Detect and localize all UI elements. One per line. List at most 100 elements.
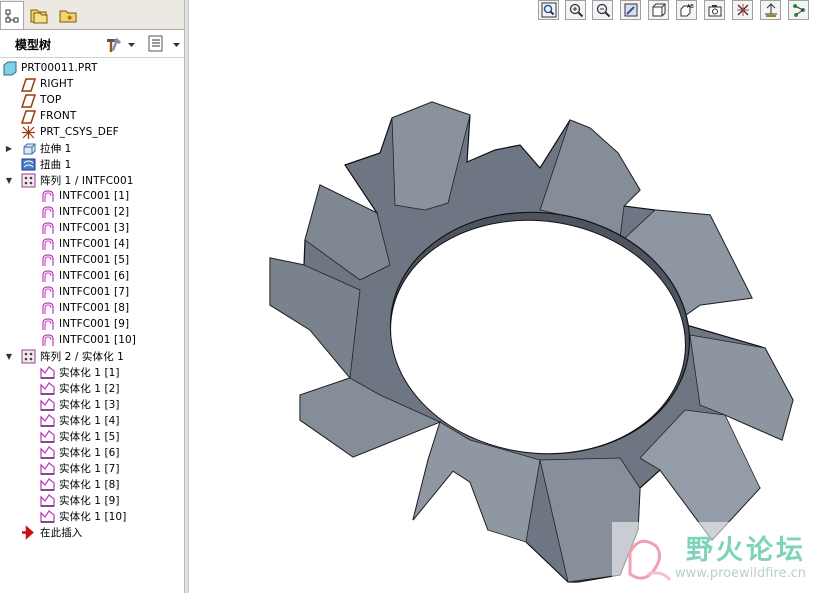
solidify-icon (40, 477, 55, 491)
tree-item-instance[interactable]: INTFC001 [10] (40, 332, 136, 348)
tree-item-instance[interactable]: 实体化 1 [7] (40, 460, 120, 476)
tree-item-warp[interactable]: 扭曲 1 (21, 156, 71, 172)
refit-button[interactable] (538, 0, 559, 20)
tree-item-instance[interactable]: 实体化 1 [1] (40, 364, 120, 380)
tree-item-label: INTFC001 [3] (59, 222, 130, 234)
tree-item-csys[interactable]: PRT_CSYS_DEF (21, 124, 119, 140)
view-orient-button[interactable] (648, 0, 669, 20)
tree-item-root[interactable]: PRT00011.PRT (2, 60, 98, 76)
tree-item-datum-top[interactable]: TOP (21, 92, 61, 108)
solidify-icon (40, 493, 55, 507)
tree-item-label: 阵列 2 / 实体化 1 (40, 350, 124, 363)
settings-tools-button[interactable] (104, 34, 124, 54)
solidify-icon (40, 509, 55, 523)
solidify-icon (40, 429, 55, 443)
tree-item-label: INTFC001 [10] (59, 334, 136, 346)
tree-item-extrude[interactable]: 拉伸 1 (21, 140, 71, 156)
tree-item-label: TOP (40, 94, 62, 106)
interface-icon (42, 285, 54, 298)
annotation-icon (792, 4, 805, 17)
datum-display-button[interactable] (760, 0, 781, 20)
repaint-button[interactable] (620, 0, 641, 20)
tree-item-instance[interactable]: INTFC001 [8] (40, 300, 129, 316)
view-toolbar: AB (532, 0, 827, 21)
folders-icon (30, 9, 48, 24)
zoom-in-icon (569, 3, 583, 18)
watermark-url: www.proewildfire.cn (675, 566, 806, 581)
interface-icon (42, 253, 54, 266)
tree-item-instance[interactable]: 实体化 1 [10] (40, 508, 126, 524)
tree-item-instance[interactable]: INTFC001 [3] (40, 220, 129, 236)
saved-views-button[interactable]: AB (676, 0, 697, 20)
tree-item-label: INTFC001 [5] (59, 254, 130, 266)
tree-item-instance[interactable]: INTFC001 [4] (40, 236, 129, 252)
tree-item-instance[interactable]: INTFC001 [2] (40, 204, 129, 220)
tree-item-instance[interactable]: INTFC001 [1] (40, 188, 129, 204)
layers-icon (708, 5, 721, 17)
interface-icon (42, 301, 54, 314)
tab-folder-browser[interactable] (27, 2, 51, 28)
lock-washer-model[interactable] (189, 21, 827, 593)
tree-item-insert-here[interactable]: 在此插入 (21, 524, 82, 540)
tree-item-label: 实体化 1 [9] (59, 494, 120, 507)
tree-item-instance[interactable]: INTFC001 [9] (40, 316, 129, 332)
tree-item-instance[interactable]: 实体化 1 [9] (40, 492, 120, 508)
tree-item-instance[interactable]: 实体化 1 [2] (40, 380, 120, 396)
chevron-down-icon[interactable] (173, 39, 181, 52)
datum-plane-icon (21, 109, 36, 124)
tree-item-instance[interactable]: 实体化 1 [6] (40, 444, 120, 460)
tree-item-label: INTFC001 [8] (59, 302, 130, 314)
tree-item-label: 实体化 1 [5] (59, 430, 120, 443)
interface-icon (42, 237, 54, 250)
tree-item-label: 实体化 1 [1] (59, 366, 120, 379)
tree-item-datum-right[interactable]: RIGHT (21, 76, 73, 92)
collapse-arrow-icon[interactable]: ▼ (4, 351, 14, 361)
zoom-in-button[interactable] (565, 0, 586, 20)
interface-icon (42, 317, 54, 330)
solidify-icon (40, 445, 55, 459)
datum-plane-icon (21, 93, 36, 108)
interface-icon (42, 269, 54, 282)
tree-item-instance[interactable]: 实体化 1 [4] (40, 412, 120, 428)
tree-header: 模型树 (0, 30, 184, 58)
interface-icon (42, 205, 54, 218)
view-orient-icon (652, 3, 665, 17)
tree-item-instance[interactable]: INTFC001 [5] (40, 252, 129, 268)
layers-button[interactable] (704, 0, 725, 20)
tree-item-pattern-2[interactable]: 阵列 2 / 实体化 1 (21, 348, 124, 364)
expand-arrow-icon[interactable]: ▶ (4, 143, 14, 153)
navigator-tabs: ✶ (0, 0, 184, 30)
zoom-out-icon (596, 3, 610, 18)
tree-item-instance[interactable]: 实体化 1 [3] (40, 396, 120, 412)
tree-item-label: FRONT (40, 110, 77, 122)
tree-item-label: INTFC001 [2] (59, 206, 130, 218)
interface-icon (42, 189, 54, 202)
pattern-icon (21, 173, 36, 187)
tree-item-label: PRT_CSYS_DEF (40, 126, 119, 138)
tab-favorites[interactable]: ✶ (56, 2, 80, 28)
tree-item-datum-front[interactable]: FRONT (21, 108, 76, 124)
model-tree-panel: ✶ 模型树 PRT00011.PRT RIGHT TOP FRONT PRT_C… (0, 0, 185, 593)
solidify-icon (40, 397, 55, 411)
collapse-arrow-icon[interactable]: ▼ (4, 175, 14, 185)
zoom-out-button[interactable] (592, 0, 613, 20)
tree-item-instance[interactable]: 实体化 1 [8] (40, 476, 120, 492)
show-options-button[interactable] (147, 34, 167, 54)
graphics-viewport[interactable] (189, 21, 827, 593)
tree-item-label: 实体化 1 [10] (59, 510, 127, 523)
annotation-button[interactable] (788, 0, 809, 20)
tree-item-label: INTFC001 [9] (59, 318, 130, 330)
datum-plane-icon (21, 77, 36, 92)
spin-center-button[interactable] (732, 0, 753, 20)
hammer-wrench-icon (107, 38, 121, 52)
tab-model-tree[interactable] (0, 1, 24, 29)
tree-item-label: PRT00011.PRT (21, 62, 98, 74)
tree-item-instance[interactable]: INTFC001 [6] (40, 268, 129, 284)
tree-item-instance[interactable]: INTFC001 [7] (40, 284, 129, 300)
solidify-icon (40, 413, 55, 427)
tree-item-label: 扭曲 1 (40, 158, 72, 171)
tree-item-pattern-1[interactable]: 阵列 1 / INTFC001 (21, 172, 134, 188)
chevron-down-icon[interactable] (128, 39, 136, 52)
tree-item-label: 实体化 1 [7] (59, 462, 120, 475)
tree-item-instance[interactable]: 实体化 1 [5] (40, 428, 120, 444)
